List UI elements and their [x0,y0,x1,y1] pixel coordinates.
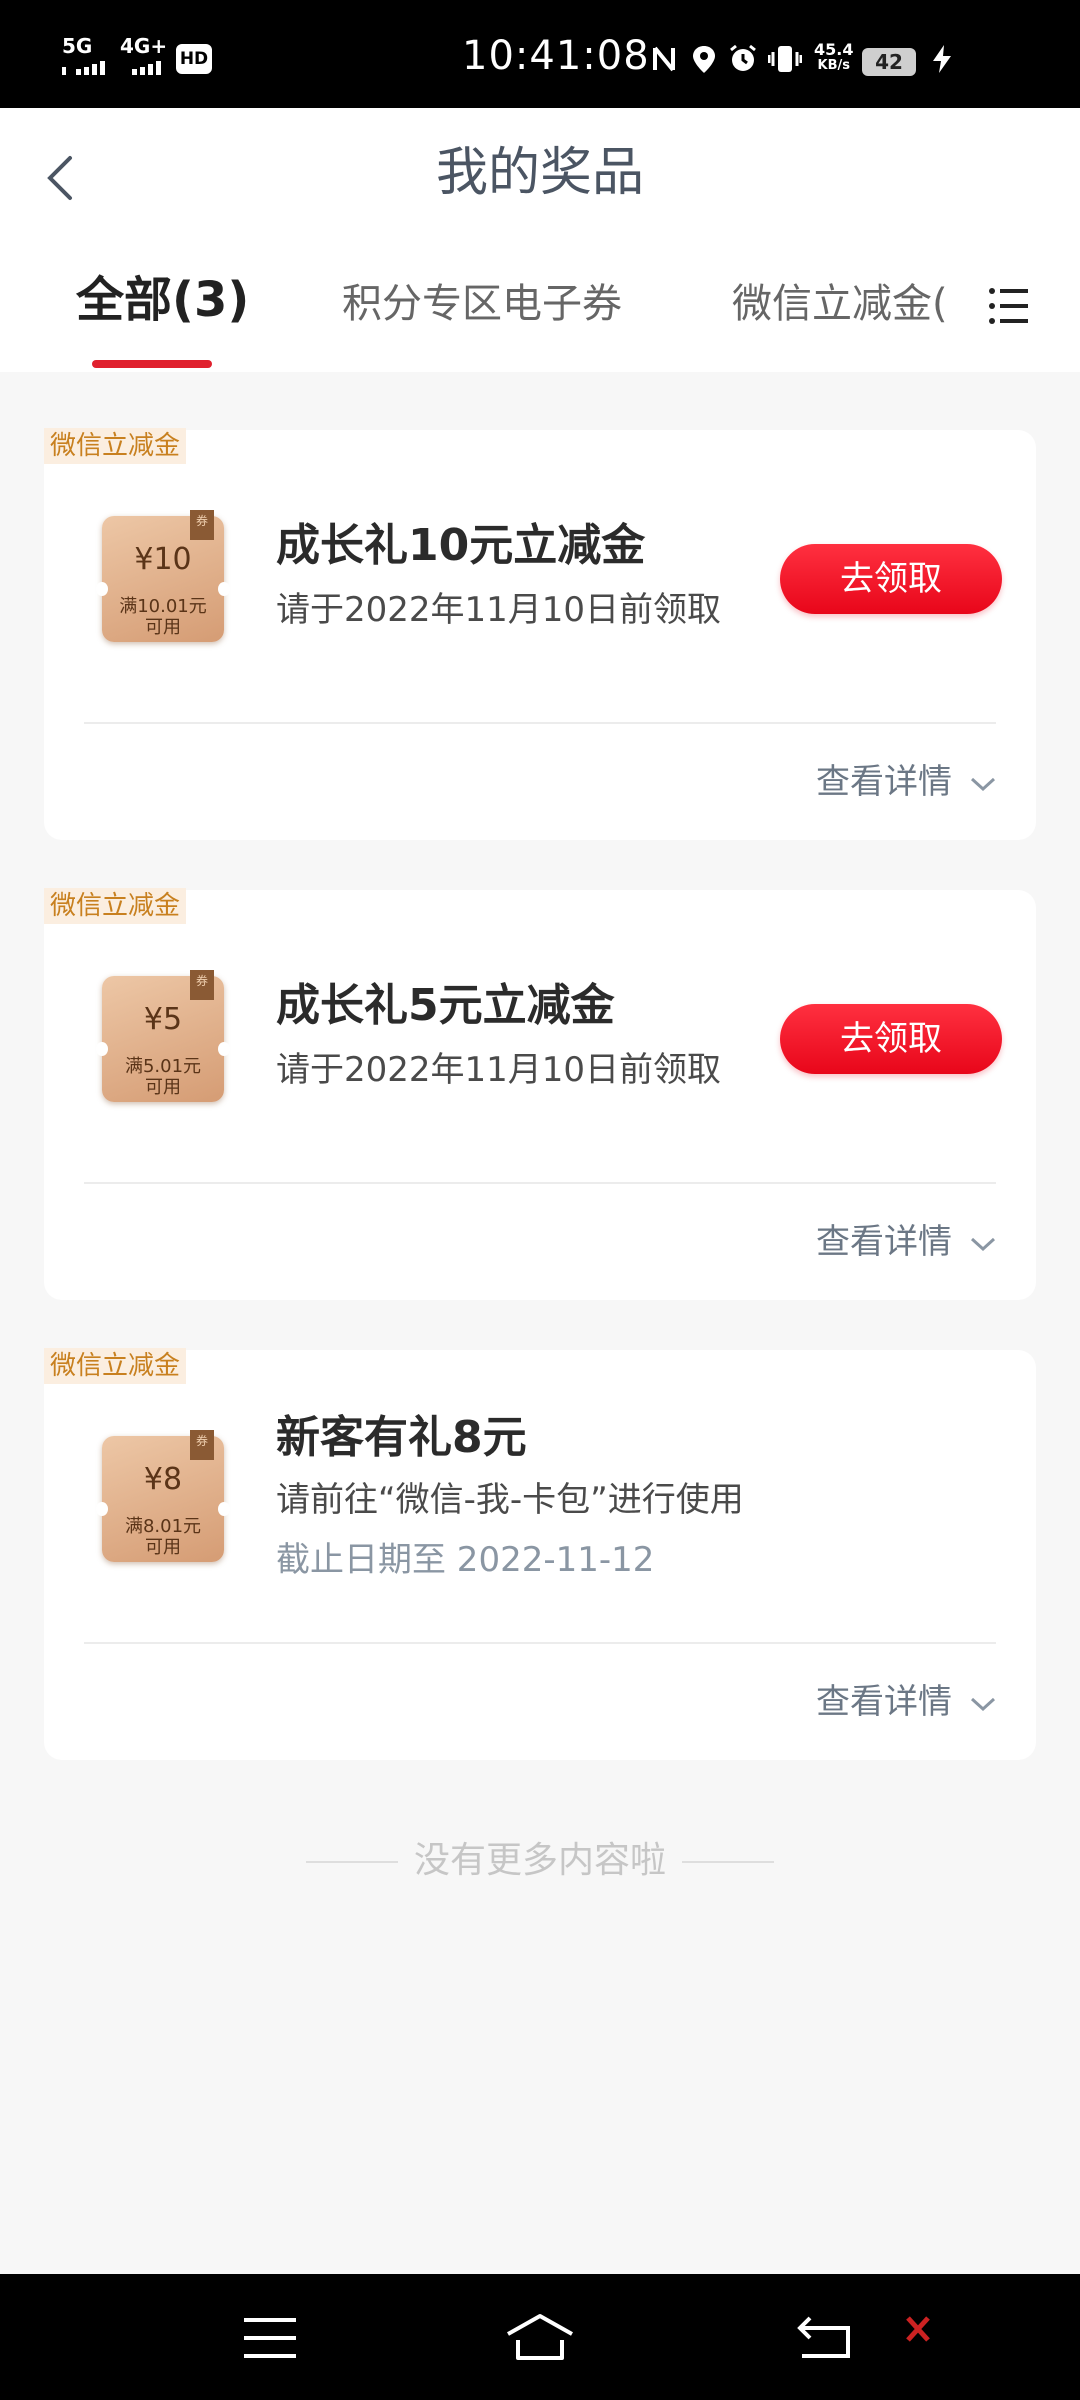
prize-title: 新客有礼8元 [276,1412,527,1463]
view-details-label: 查看详情 [816,1682,952,1722]
system-nav-bar [0,2274,1080,2400]
coupon-ribbon: 券 [190,1430,214,1460]
prize-type-tag: 微信立减金 [44,888,187,924]
divider-right [682,1861,774,1863]
view-details-link[interactable]: 查看详情 [816,1680,996,1724]
tab-wechat-discount[interactable]: 微信立减金( [732,276,948,332]
nav-home-icon[interactable] [504,2312,576,2362]
page-title: 我的奖品 [435,143,644,203]
signal-bars-2-icon [126,60,166,75]
prize-type-tag: 微信立减金 [44,428,187,464]
header: 我的奖品 全部(3) 积分专区电子券 微信立减金( [0,108,1080,372]
prize-deadline: 请于2022年11月10日前领取 [276,590,722,630]
claim-button[interactable]: 去领取 [780,544,1002,614]
signal-4g: 4G+ [120,34,168,58]
view-details-label: 查看详情 [816,762,952,802]
view-details-link[interactable]: 查看详情 [816,1220,996,1264]
prize-card: 券 ¥5 满5.01元 可用 成长礼5元立减金 请于2022年11月10日前领取… [44,890,1036,1300]
coupon-amount: ¥10 [134,542,192,577]
signal-bars-1-icon [62,60,108,75]
prize-title: 成长礼10元立减金 [276,520,646,571]
charging-icon [930,44,958,74]
coupon-ribbon: 券 [190,510,214,540]
tab-all[interactable]: 全部(3) [76,272,249,328]
coupon-condition: 满8.01元 可用 [102,1516,224,1558]
coupon-amount: ¥5 [143,1002,183,1037]
card-divider [84,1642,996,1644]
prize-title: 成长礼5元立减金 [276,980,615,1031]
nav-menu-icon[interactable] [244,2316,296,2360]
coupon-thumbnail: 券 ¥8 满8.01元 可用 [96,1430,230,1562]
net-speed-unit: KB/s [817,58,850,73]
coupon-condition-line1: 满8.01元 [124,1516,202,1537]
net-speed-value: 45.4 [814,40,854,59]
clock: 10:41:08 [462,33,650,79]
prize-card: 券 ¥8 满8.01元 可用 新客有礼8元 请前往“微信-我-卡包”进行使用 截… [44,1350,1036,1760]
prize-card: 券 ¥10 满10.01元 可用 成长礼10元立减金 请于2022年11月10日… [44,430,1036,840]
status-bar: 5G 4G+ HD 10:41:08 45.4 KB/s 42 [0,0,1080,108]
coupon-thumbnail: 券 ¥5 满5.01元 可用 [96,970,230,1102]
coupon-condition-line2: 可用 [145,1537,181,1558]
coupon-condition: 满5.01元 可用 [102,1056,224,1098]
chevron-down-icon [970,1697,996,1711]
location-icon [690,44,718,74]
coupon-ribbon: 券 [190,970,214,1000]
watermark-logo-icon [906,2316,930,2342]
prize-instructions: 请前往“微信-我-卡包”进行使用 [276,1480,744,1520]
end-of-list-text: 没有更多内容啦 [413,1840,666,1881]
prize-deadline: 请于2022年11月10日前领取 [276,1050,722,1090]
vibrate-icon [767,44,803,74]
nfc-icon [650,44,678,74]
coupon-amount: ¥8 [143,1462,183,1497]
coupon-thumbnail: 券 ¥10 满10.01元 可用 [96,510,230,642]
divider-left [305,1861,398,1863]
prize-type-tag: 微信立减金 [44,1348,187,1384]
tab-points-ecoupons[interactable]: 积分专区电子券 [342,276,622,332]
hd-badge: HD [176,44,212,74]
coupon-condition: 满10.01元 可用 [102,596,224,638]
coupon-condition-line1: 满10.01元 [119,596,207,617]
list-menu-icon [989,288,1028,324]
chevron-down-icon [970,777,996,791]
active-tab-indicator [92,360,212,368]
coupon-condition-line2: 可用 [145,1077,181,1098]
end-of-list: 没有更多内容啦 [0,1836,1080,1886]
claim-button[interactable]: 去领取 [780,1004,1002,1074]
nav-back-icon[interactable] [796,2314,852,2360]
battery-indicator: 42 [862,48,916,76]
tab-menu-button[interactable] [988,286,1028,326]
chevron-down-icon [970,1237,996,1251]
net-speed: 45.4 KB/s [814,42,853,74]
alarm-icon [728,44,756,74]
prize-expiry: 截止日期至 2022-11-12 [276,1540,655,1580]
coupon-condition-line2: 可用 [145,617,181,638]
view-details-label: 查看详情 [816,1222,952,1262]
card-divider [84,722,996,724]
view-details-link[interactable]: 查看详情 [816,760,996,804]
signal-5g: 5G [62,34,93,58]
card-divider [84,1182,996,1184]
coupon-condition-line1: 满5.01元 [124,1056,202,1077]
